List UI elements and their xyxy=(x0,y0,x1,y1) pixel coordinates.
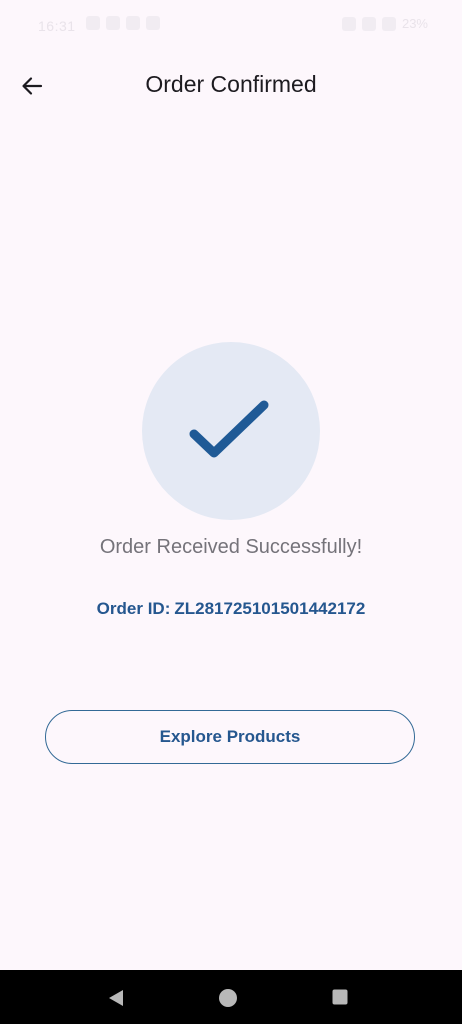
status-bar: 16:31 23% xyxy=(0,0,462,50)
order-id-value: ZL281725101501442172 xyxy=(174,599,366,618)
notification-icon xyxy=(106,16,120,30)
triangle-back-icon xyxy=(109,990,123,1006)
notification-icons xyxy=(86,16,160,30)
square-recent-icon xyxy=(332,989,348,1005)
wifi-icon xyxy=(361,16,376,31)
notification-icon xyxy=(126,16,140,30)
notification-icon xyxy=(86,16,100,30)
success-message: Order Received Successfully! xyxy=(99,536,363,558)
success-badge xyxy=(142,342,320,520)
status-time: 16:31 xyxy=(38,18,76,34)
nav-recent-button[interactable] xyxy=(331,988,349,1011)
system-nav-bar xyxy=(0,970,462,1024)
order-id-label: Order ID: xyxy=(96,599,171,618)
checkmark-icon xyxy=(189,400,269,458)
system-icons: 23% xyxy=(341,16,428,31)
circle-home-icon xyxy=(219,989,237,1007)
explore-products-button[interactable]: Explore Products xyxy=(45,710,415,764)
notification-icon xyxy=(146,16,160,30)
nav-home-button[interactable] xyxy=(218,988,238,1013)
battery-percent: 23% xyxy=(401,16,428,31)
battery-icon xyxy=(381,16,396,31)
page-title: Order Confirmed xyxy=(145,71,317,97)
signal-icon xyxy=(341,16,356,31)
nav-back-button[interactable] xyxy=(106,988,126,1013)
order-id: Order ID: ZL281725101501442172 xyxy=(0,599,462,619)
app-bar: Order Confirmed xyxy=(0,58,462,114)
